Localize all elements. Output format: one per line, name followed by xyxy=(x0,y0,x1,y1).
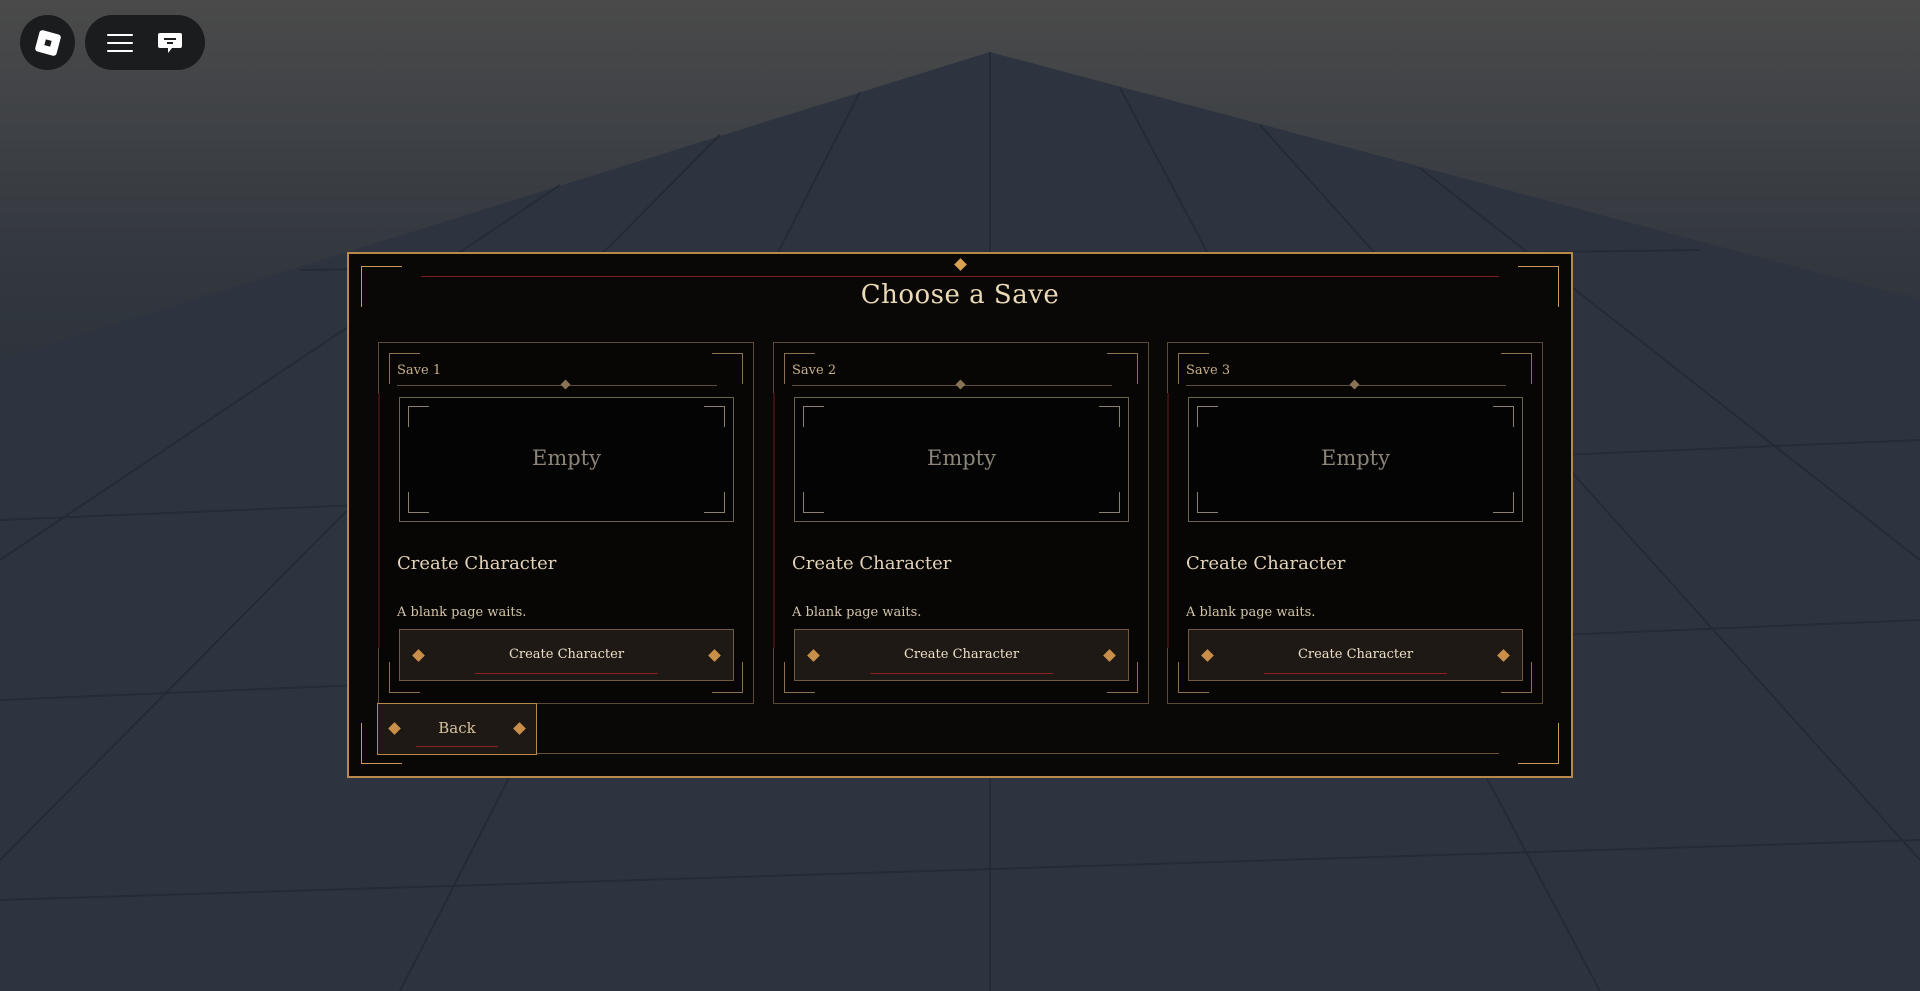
slot-divider xyxy=(1186,385,1506,386)
character-preview: Empty xyxy=(399,397,734,522)
diamond-ornament-icon xyxy=(954,258,967,271)
button-label: Create Character xyxy=(508,647,625,662)
character-preview: Empty xyxy=(1188,397,1523,522)
hamburger-menu-icon[interactable] xyxy=(107,33,133,52)
choose-save-dialog: Choose a Save Save 1 Empty Create Charac… xyxy=(347,252,1573,778)
footer-divider xyxy=(421,753,1499,754)
character-preview: Empty xyxy=(794,397,1129,522)
character-name: Create Character xyxy=(397,553,557,574)
chat-bubble-icon[interactable] xyxy=(157,31,183,55)
create-character-button[interactable]: Create Character xyxy=(794,629,1129,681)
character-name: Create Character xyxy=(1186,553,1346,574)
diamond-ornament-icon xyxy=(560,379,571,390)
save-slot-1: Save 1 Empty Create Character A blank pa… xyxy=(378,342,754,704)
preview-empty-text: Empty xyxy=(532,446,601,470)
character-description: A blank page waits. xyxy=(792,605,922,620)
character-description: A blank page waits. xyxy=(1186,605,1316,620)
save-slot-3: Save 3 Empty Create Character A blank pa… xyxy=(1167,342,1543,704)
create-character-button[interactable]: Create Character xyxy=(1188,629,1523,681)
save-slot-2: Save 2 Empty Create Character A blank pa… xyxy=(773,342,1149,704)
save-slot-label: Save 2 xyxy=(792,363,837,378)
topbar-controls xyxy=(85,15,205,70)
slot-divider xyxy=(397,385,717,386)
preview-empty-text: Empty xyxy=(1321,446,1390,470)
diamond-ornament-icon xyxy=(1349,379,1360,390)
dialog-title: Choose a Save xyxy=(860,280,1060,310)
back-button[interactable]: Back xyxy=(377,703,537,755)
create-character-button[interactable]: Create Character xyxy=(399,629,734,681)
diamond-ornament-icon xyxy=(955,379,966,390)
button-label: Create Character xyxy=(903,647,1020,662)
preview-empty-text: Empty xyxy=(927,446,996,470)
character-description: A blank page waits. xyxy=(397,605,527,620)
button-label: Create Character xyxy=(1297,647,1414,662)
frame-corner xyxy=(1518,723,1559,764)
title-divider xyxy=(421,276,1499,277)
roblox-logo-icon xyxy=(34,29,61,56)
character-name: Create Character xyxy=(792,553,952,574)
save-slot-label: Save 3 xyxy=(1186,363,1231,378)
save-slot-label: Save 1 xyxy=(397,363,442,378)
slot-divider xyxy=(792,385,1112,386)
roblox-menu-button[interactable] xyxy=(20,15,75,70)
